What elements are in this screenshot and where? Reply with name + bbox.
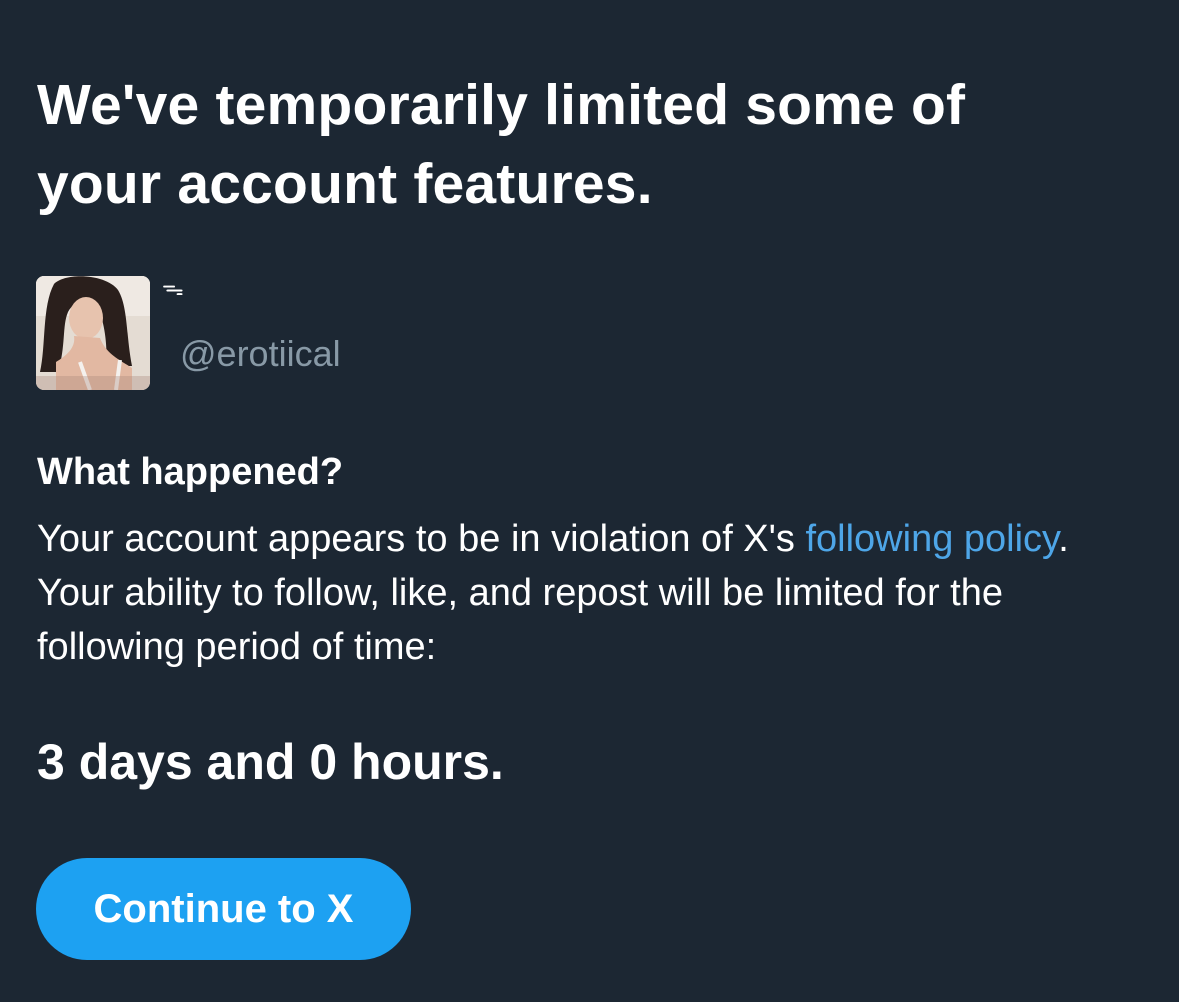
account-handle: @erotiical bbox=[180, 333, 341, 374]
following-policy-link[interactable]: following policy bbox=[805, 518, 1058, 560]
continue-button[interactable]: Continue to X bbox=[36, 858, 411, 960]
avatar-image bbox=[36, 276, 150, 390]
restriction-duration: 3 days and 0 hours. bbox=[37, 734, 504, 790]
description-prefix: Your account appears to be in violation … bbox=[37, 518, 806, 560]
display-name: ᯓ bbox=[162, 275, 184, 300]
account-limited-screen: We've temporarily limited some of your a… bbox=[0, 0, 1179, 1002]
violation-description: Your account appears to be in violation … bbox=[37, 512, 1147, 674]
avatar bbox=[36, 276, 150, 390]
what-happened-heading: What happened? bbox=[37, 451, 344, 493]
page-title: We've temporarily limited some of your a… bbox=[37, 73, 966, 216]
